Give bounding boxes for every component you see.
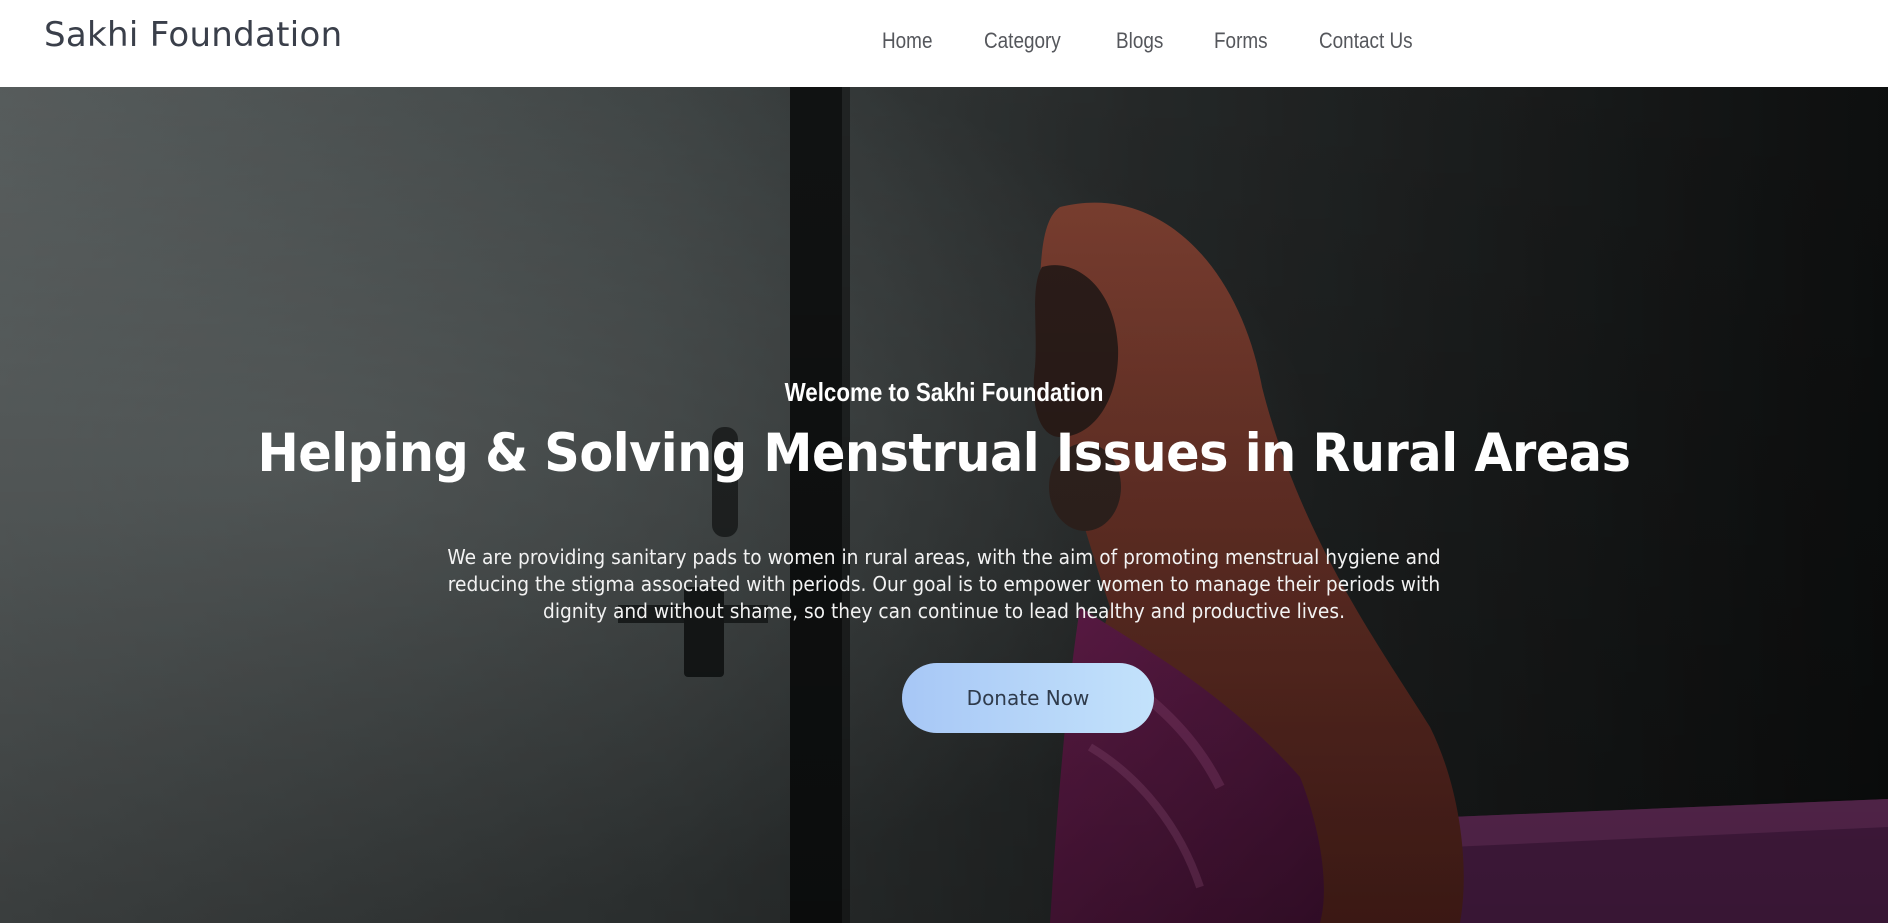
hero-eyebrow: Welcome to Sakhi Foundation [784,377,1104,407]
hero-description: We are providing sanitary pads to women … [447,545,1441,623]
site-header: Sakhi Foundation Home Category Blogs For… [0,0,1888,87]
nav-item-home[interactable]: Home [882,28,932,54]
nav-item-blogs[interactable]: Blogs [1116,28,1163,54]
hero-content: Welcome to Sakhi Foundation Helping & So… [0,87,1888,923]
brand-logo-text[interactable]: Sakhi Foundation [44,15,343,55]
nav-item-contact-us[interactable]: Contact Us [1319,28,1413,54]
main-nav: Home Category Blogs Forms Contact Us [882,28,1471,54]
hero-headline: Helping & Solving Menstrual Issues in Ru… [257,423,1631,484]
hero-section: Welcome to Sakhi Foundation Helping & So… [0,87,1888,923]
nav-item-category[interactable]: Category [984,28,1061,54]
nav-item-forms[interactable]: Forms [1214,28,1268,54]
donate-now-button[interactable]: Donate Now [902,663,1154,733]
